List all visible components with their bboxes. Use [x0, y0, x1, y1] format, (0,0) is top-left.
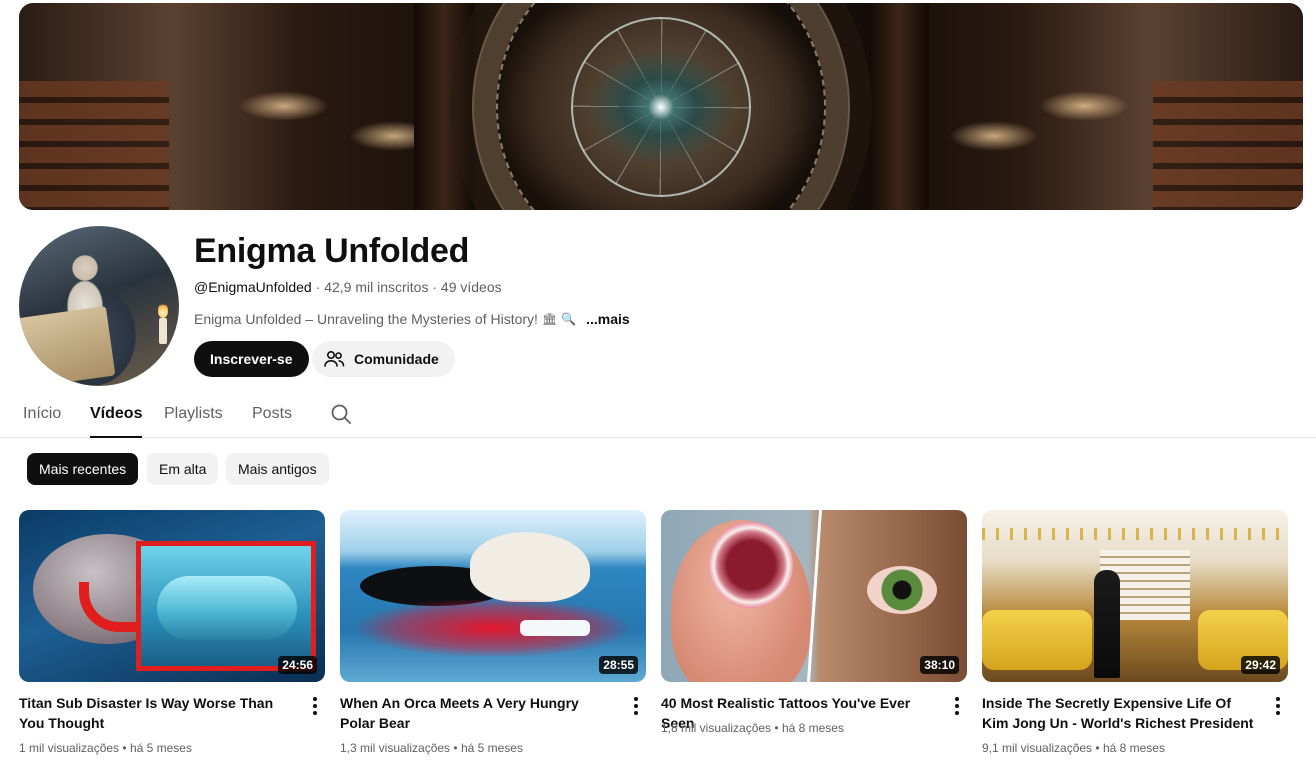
- chip-mais-recentes[interactable]: Mais recentes: [27, 453, 139, 485]
- video-title[interactable]: Titan Sub Disaster Is Way Worse Than You…: [19, 693, 295, 733]
- video-meta: 9,1 mil visualizações • há 8 meses: [982, 739, 1165, 757]
- meta-dot: •: [1095, 741, 1100, 755]
- banner-pillar-left: [414, 3, 474, 210]
- video-count: 49 vídeos: [440, 279, 502, 295]
- meta-separator: ·: [432, 279, 438, 295]
- chip-em-alta[interactable]: Em alta: [147, 453, 219, 485]
- video-card[interactable]: 24:56 Titan Sub Disaster Is Way Worse Th…: [19, 510, 325, 755]
- video-age: há 8 meses: [781, 721, 844, 735]
- tab-inicio[interactable]: Início: [23, 402, 61, 438]
- banner-lamp-right-2: [949, 121, 1039, 151]
- thumb-eye-tattoo: [867, 566, 937, 614]
- channel-description[interactable]: Enigma Unfolded – Unraveling the Mysteri…: [194, 310, 630, 328]
- video-meta: 1 mil visualizações • há 5 meses: [19, 739, 192, 757]
- video-duration: 29:42: [1241, 656, 1280, 674]
- channel-avatar[interactable]: [19, 226, 179, 386]
- meta-dot: •: [453, 741, 458, 755]
- video-views: 1 mil visualizações: [19, 741, 120, 755]
- description-text: Enigma Unfolded – Unraveling the Mysteri…: [194, 311, 538, 327]
- avatar-candle: [159, 318, 167, 344]
- more-options-icon[interactable]: [947, 696, 967, 716]
- meta-dot: •: [774, 721, 779, 735]
- people-icon: [324, 351, 345, 367]
- channel-meta: @EnigmaUnfolded · 42,9 mil inscritos · 4…: [194, 278, 502, 296]
- description-more-link[interactable]: ...mais: [586, 310, 630, 328]
- thumb-submersible: [157, 576, 297, 640]
- channel-name: Enigma Unfolded: [194, 232, 470, 270]
- video-thumbnail[interactable]: 38:10: [661, 510, 967, 682]
- video-title[interactable]: Inside The Secretly Expensive Life Of Ki…: [982, 693, 1258, 733]
- video-card[interactable]: 29:42 Inside The Secretly Expensive Life…: [982, 510, 1288, 755]
- community-label: Comunidade: [354, 351, 439, 367]
- banner-glow: [648, 93, 674, 120]
- video-views: 9,1 mil visualizações: [982, 741, 1093, 755]
- video-duration: 24:56: [278, 656, 317, 674]
- video-card[interactable]: 38:10 40 Most Realistic Tattoos You've E…: [661, 510, 967, 735]
- video-title[interactable]: When An Orca Meets A Very Hungry Polar B…: [340, 693, 616, 733]
- banner-lamp-left: [239, 91, 329, 121]
- thumb-polar-bear: [470, 532, 590, 602]
- video-duration: 38:10: [920, 656, 959, 674]
- more-options-icon[interactable]: [1268, 696, 1288, 716]
- thumb-gold-railing: [982, 528, 1288, 540]
- community-button[interactable]: Comunidade: [312, 341, 455, 377]
- avatar-book: [19, 305, 116, 386]
- channel-handle: @EnigmaUnfolded: [194, 279, 312, 295]
- banner-pillar-right: [869, 3, 929, 210]
- video-age: há 8 meses: [1102, 741, 1165, 755]
- banner-lamp-right: [1039, 91, 1129, 121]
- meta-dot: •: [122, 741, 127, 755]
- video-thumbnail[interactable]: 28:55: [340, 510, 646, 682]
- search-icon[interactable]: [329, 402, 353, 426]
- thumb-man-figure: [1094, 570, 1120, 678]
- tab-playlists[interactable]: Playlists: [164, 402, 223, 438]
- video-age: há 5 meses: [129, 741, 192, 755]
- tab-posts[interactable]: Posts: [252, 402, 292, 438]
- banner-bookshelf-left: [19, 81, 169, 210]
- more-options-icon[interactable]: [626, 696, 646, 716]
- video-thumbnail[interactable]: 24:56: [19, 510, 325, 682]
- thumb-gold-sofa-left: [982, 610, 1092, 670]
- thumb-mouth-tattoo: [709, 522, 793, 608]
- banner-bookshelf-right: [1153, 81, 1303, 210]
- avatar-candle-flame: [158, 302, 168, 318]
- video-age: há 5 meses: [460, 741, 523, 755]
- meta-separator: ·: [315, 279, 321, 295]
- video-thumbnail[interactable]: 29:42: [982, 510, 1288, 682]
- video-meta: 1,8 mil visualizações • há 8 meses: [661, 719, 844, 737]
- chip-mais-antigos[interactable]: Mais antigos: [226, 453, 329, 485]
- thumb-highlight-box: [136, 541, 316, 671]
- video-card[interactable]: 28:55 When An Orca Meets A Very Hungry P…: [340, 510, 646, 755]
- classical-building-emoji-icon: 🏛: [541, 312, 558, 326]
- channel-tabs: Início Vídeos Playlists Posts: [0, 392, 1316, 438]
- thumb-red-water: [340, 600, 646, 656]
- video-duration: 28:55: [599, 656, 638, 674]
- tab-videos[interactable]: Vídeos: [90, 402, 143, 438]
- more-options-icon[interactable]: [305, 696, 325, 716]
- channel-banner: [19, 3, 1303, 210]
- video-views: 1,8 mil visualizações: [661, 721, 772, 735]
- magnifier-emoji-icon: 🔍: [561, 312, 577, 326]
- subscribe-button[interactable]: Inscrever-se: [194, 341, 309, 377]
- subscriber-count: 42,9 mil inscritos: [324, 279, 429, 295]
- video-meta: 1,3 mil visualizações • há 5 meses: [340, 739, 523, 757]
- video-views: 1,3 mil visualizações: [340, 741, 451, 755]
- thumb-ice: [520, 620, 590, 636]
